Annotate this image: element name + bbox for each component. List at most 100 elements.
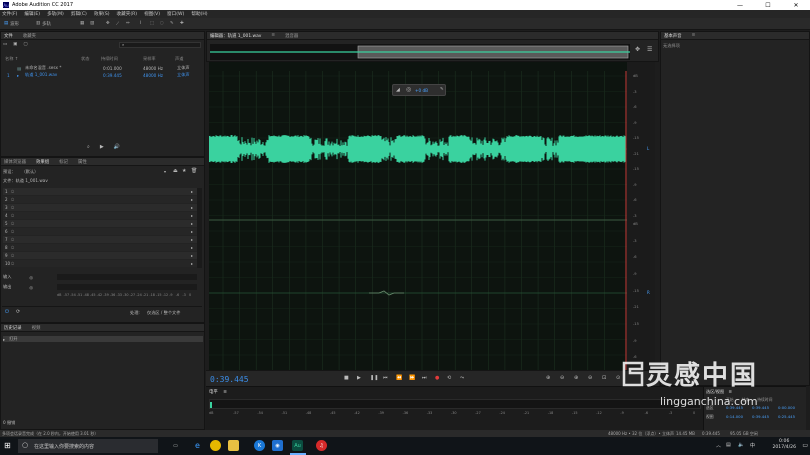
zoom-in-time-icon[interactable]: ⊕	[574, 375, 578, 381]
slot-power-icon[interactable]: ⏻	[11, 205, 21, 210]
col-name[interactable]: 名称 ↑	[5, 56, 18, 62]
zoom-out-full-icon[interactable]: ⊡	[602, 375, 606, 381]
hud-volume[interactable]: ◢ ◎ +0 dB ✎	[392, 84, 446, 96]
fast-forward-icon[interactable]: ⏩	[409, 375, 415, 381]
netease-music-icon[interactable]: ♫	[316, 440, 327, 451]
menu-help[interactable]: 帮助(H)	[191, 11, 207, 17]
view-end-value[interactable]: 0:39.445	[752, 414, 769, 419]
autoplay-icon[interactable]: ▶	[100, 144, 104, 150]
effect-slot[interactable]: 7 ⏻ ▸	[3, 236, 197, 243]
col-sample-rate[interactable]: 采样率	[143, 56, 156, 62]
effect-slot[interactable]: 3 ⏻ ▸	[3, 204, 197, 211]
ime-icon[interactable]: 中	[750, 442, 755, 449]
delete-preset-icon[interactable]: 🗑	[191, 168, 197, 174]
record-icon[interactable]: ●	[435, 375, 439, 381]
col-duration[interactable]: 持续时间	[101, 56, 118, 62]
waveform-view-button[interactable]: ▤ 波形	[4, 20, 19, 27]
marquee-tool-icon[interactable]: ⬚	[150, 20, 154, 27]
history-item[interactable]: ▸ 打开	[3, 336, 203, 342]
selection-duration-value[interactable]: 0:00.000	[778, 405, 795, 410]
waveform-right-channel[interactable]	[369, 290, 404, 296]
hud-pin-icon[interactable]: ✎	[440, 87, 444, 92]
tab-mixer[interactable]: 混音器	[285, 33, 298, 39]
lasso-tool-icon[interactable]: ◌	[160, 20, 164, 27]
taskbar-search-box[interactable]: ○ 在这里输入你要搜索的内容	[18, 439, 158, 453]
effect-slot[interactable]: 10 ⏻ ▸	[3, 260, 197, 267]
zoom-tool-icon[interactable]: ✥	[635, 46, 640, 53]
move-tool-icon[interactable]: ✥	[106, 20, 110, 27]
menu-favorites[interactable]: 收藏夹(R)	[117, 11, 138, 17]
task-view-icon[interactable]: ▭	[170, 440, 181, 451]
overview-waveform[interactable]	[210, 44, 630, 60]
menu-clip[interactable]: 剪辑(C)	[71, 11, 87, 17]
effects-scrollbar[interactable]	[197, 188, 202, 268]
chrome-icon[interactable]	[210, 440, 221, 451]
time-selection-tool-icon[interactable]: I	[140, 20, 141, 27]
file-row[interactable]: 1 ▸ 轨道 1_001.wav 0:39.445 48000 Hz 立体声	[3, 72, 203, 78]
windows-start-icon[interactable]: ⊞	[4, 441, 11, 450]
tab-video[interactable]: 视频	[32, 325, 41, 331]
effect-slot[interactable]: 8 ⏻ ▸	[3, 244, 197, 251]
slot-power-icon[interactable]: ⏻	[11, 229, 21, 234]
tab-effects-rack[interactable]: 效果组	[36, 159, 49, 165]
slot-power-icon[interactable]: ⏻	[11, 261, 21, 266]
selection-end-value[interactable]: 0:39.445	[752, 405, 769, 410]
play-icon[interactable]: ▶	[357, 375, 361, 381]
spectral-pitch-icon[interactable]: ▧	[90, 20, 94, 27]
col-channels[interactable]: 声道	[175, 56, 183, 62]
apply-effects-icon[interactable]: ⟳	[16, 309, 20, 315]
menu-window[interactable]: 窗口(W)	[167, 11, 184, 17]
tab-files[interactable]: 文件	[4, 33, 13, 39]
waveform-canvas[interactable]	[209, 62, 627, 384]
spot-healing-tool-icon[interactable]: ✚	[180, 20, 184, 27]
col-status[interactable]: 状态	[81, 56, 89, 62]
kugou-icon[interactable]: K	[254, 440, 265, 451]
slot-power-icon[interactable]: ⏻	[11, 197, 21, 202]
tab-essential-sound[interactable]: 基本声音	[664, 33, 682, 39]
slot-power-icon[interactable]: ⏻	[11, 253, 21, 258]
zoom-in-amplitude-icon[interactable]: ⊕	[546, 375, 550, 381]
skip-icon[interactable]: ⤳	[460, 375, 464, 381]
maximize-icon[interactable]: ☐	[754, 0, 782, 10]
loop-speaker-icon[interactable]: 🔊	[114, 144, 120, 150]
loop-playback-icon[interactable]: ⟲	[447, 375, 451, 381]
input-knob-icon[interactable]: ◎	[29, 275, 33, 280]
menu-view[interactable]: 视图(V)	[144, 11, 160, 17]
slot-arrow-icon[interactable]: ▸	[191, 213, 193, 218]
stop-icon[interactable]: ■	[344, 375, 349, 381]
view-duration-value[interactable]: 0:25.445	[778, 414, 795, 419]
tab-editor[interactable]: 编辑器：轨道 1_001.wav	[210, 33, 261, 39]
open-file-icon[interactable]: ▭	[3, 42, 7, 48]
process-dropdown[interactable]: 仅选区 / 整个文件	[147, 310, 180, 316]
razor-tool-icon[interactable]: ⟋	[116, 20, 119, 27]
slot-power-icon[interactable]: ⏻	[11, 189, 21, 194]
tab-media-browser[interactable]: 媒体浏览器	[4, 159, 26, 165]
slot-arrow-icon[interactable]: ▸	[191, 189, 193, 194]
tray-chevron-icon[interactable]: ︿	[716, 442, 721, 449]
menu-effects[interactable]: 效果(S)	[94, 11, 110, 17]
slot-arrow-icon[interactable]: ▸	[191, 205, 193, 210]
spectral-frequency-icon[interactable]: ▦	[80, 20, 84, 27]
volume-icon[interactable]: 🔈	[738, 442, 744, 448]
slot-arrow-icon[interactable]: ▸	[191, 221, 193, 226]
minimize-icon[interactable]: —	[726, 0, 754, 10]
search-files-icon[interactable]: ⌕	[87, 144, 90, 150]
preset-dropdown[interactable]: （默认）	[22, 169, 39, 175]
slip-tool-icon[interactable]: ⇔	[126, 20, 130, 27]
multitrack-view-button[interactable]: ▥ 多轨	[36, 20, 51, 27]
menu-edit[interactable]: 编辑(E)	[24, 11, 40, 17]
notification-icon[interactable]: ▭	[802, 442, 808, 449]
power-toggle-icon[interactable]: ⏻	[5, 309, 9, 315]
tab-history[interactable]: 历史记录	[4, 325, 22, 331]
rewind-icon[interactable]: ⏪	[396, 375, 402, 381]
zoom-out-amplitude-icon[interactable]: ⊖	[560, 375, 564, 381]
slot-arrow-icon[interactable]: ▸	[191, 245, 193, 250]
slot-power-icon[interactable]: ⏻	[11, 213, 21, 218]
zoom-out-time-icon[interactable]: ⊖	[588, 375, 592, 381]
view-start-value[interactable]: 0:14.000	[726, 414, 743, 419]
selection-start-value[interactable]: 0:39.445	[726, 405, 743, 410]
save-preset-icon[interactable]: ⏏	[173, 168, 178, 174]
levels-menu-icon[interactable]: ≡	[223, 390, 227, 395]
pause-icon[interactable]: ❚❚	[370, 375, 378, 381]
effect-slot[interactable]: 5 ⏻ ▸	[3, 220, 197, 227]
